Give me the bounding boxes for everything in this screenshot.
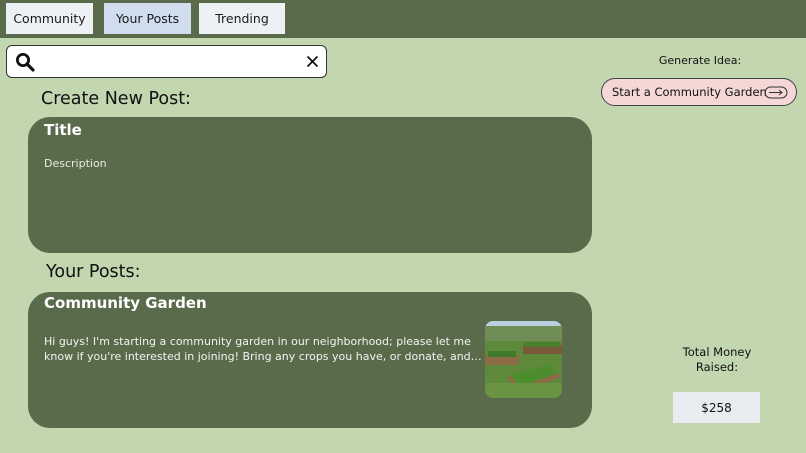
post-card[interactable]: Community Garden Hi guys! I'm starting a…: [28, 292, 592, 428]
garden-photo: [485, 321, 562, 398]
post-title-input[interactable]: [44, 119, 444, 141]
search-icon[interactable]: [15, 52, 35, 72]
tab-your-posts[interactable]: Your Posts: [104, 3, 191, 34]
generate-idea-label: Generate Idea:: [658, 54, 742, 67]
post-description-input[interactable]: [44, 157, 564, 237]
total-money-label: Total Money Raised:: [682, 345, 752, 374]
create-post-card: [28, 117, 592, 253]
tab-community[interactable]: Community: [6, 3, 93, 34]
your-posts-heading: Your Posts:: [46, 262, 141, 282]
create-post-heading: Create New Post:: [41, 89, 191, 109]
post-body: Hi guys! I'm starting a community garden…: [44, 335, 471, 363]
idea-suggestion-button[interactable]: Start a Community Garden: [601, 78, 797, 106]
search-bar: [6, 45, 327, 78]
close-icon[interactable]: [305, 54, 320, 69]
post-image: [485, 321, 562, 398]
tab-trending[interactable]: Trending: [199, 3, 285, 34]
idea-suggestion-label: Start a Community Garden: [612, 85, 767, 99]
total-money-value: $258: [673, 392, 760, 423]
top-nav-bar: Community Your Posts Trending: [0, 0, 806, 38]
arrow-right-icon: [764, 86, 788, 99]
search-input[interactable]: [45, 50, 299, 75]
post-title: Community Garden: [44, 294, 207, 312]
